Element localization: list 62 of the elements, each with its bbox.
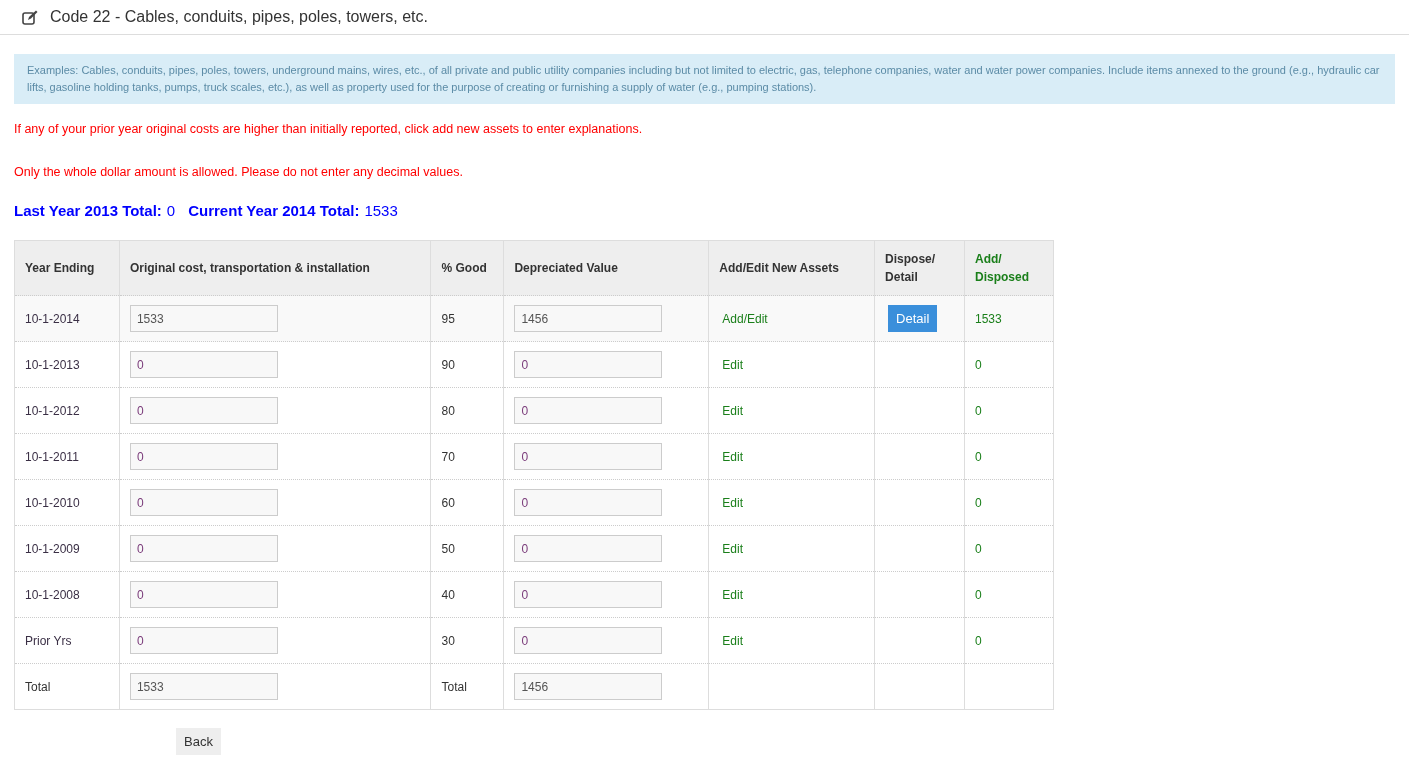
- table-cell: 0: [975, 495, 982, 510]
- input-field[interactable]: 0: [129, 535, 278, 562]
- table-cell: 10-1-2014: [25, 311, 80, 326]
- input-field[interactable]: 0: [514, 397, 663, 424]
- table-cell: 0: [975, 403, 982, 418]
- input-field[interactable]: 0: [514, 627, 663, 654]
- input-field[interactable]: 0: [129, 627, 278, 654]
- table-cell: 60: [441, 495, 455, 510]
- input-field[interactable]: 0: [129, 489, 278, 516]
- info-alert: Examples: Cables, conduits, pipes, poles, towers, underground mains, wires, etc., of all private and public utility companies including but not limited to electric, gas, telephone companies, water and water power companies. Include items annexed to the ground (e.g., hydraulic car lifts, gasoline holding tanks, pumps, truck scales, etc.), as well as property used for the purpose of creating or furnishing a supply of water (e.g., pumping stations).: [14, 54, 1395, 104]
- edit-link[interactable]: Add/Edit: [722, 311, 768, 326]
- total-value: 1533: [364, 200, 398, 221]
- edit-link[interactable]: Edit: [722, 403, 743, 418]
- table-cell: 90: [441, 357, 455, 372]
- table-cell: 10-1-2013: [25, 357, 80, 372]
- table-cell: 0: [975, 357, 982, 372]
- edit-icon: [22, 9, 38, 25]
- input-field[interactable]: 0: [514, 535, 663, 562]
- table-cell: 10-1-2011: [25, 449, 79, 464]
- edit-link[interactable]: Edit: [722, 495, 743, 510]
- input-field[interactable]: 0: [129, 351, 278, 378]
- table-cell: 10-1-2012: [25, 403, 80, 418]
- table-cell: 10-1-2008: [25, 587, 80, 602]
- edit-link[interactable]: Edit: [722, 541, 743, 556]
- table-cell: 40: [441, 587, 455, 602]
- input-field[interactable]: 1533: [129, 305, 278, 332]
- input-field[interactable]: 0: [514, 351, 663, 378]
- table-cell: 30: [441, 633, 455, 648]
- edit-link[interactable]: Edit: [722, 449, 743, 464]
- input-field[interactable]: 0: [129, 397, 278, 424]
- input-field[interactable]: 1456: [514, 305, 663, 332]
- edit-link[interactable]: Edit: [722, 633, 743, 648]
- table-cell: 0: [975, 541, 982, 556]
- total-label: Last Year 2013 Total:: [14, 200, 162, 221]
- edit-link[interactable]: Edit: [722, 357, 743, 372]
- edit-link[interactable]: Edit: [722, 587, 743, 602]
- input-field[interactable]: 0: [129, 581, 278, 608]
- table-cell: 0: [975, 449, 982, 464]
- input-field[interactable]: 1533: [129, 673, 278, 700]
- table-cell: 10-1-2010: [25, 495, 80, 510]
- table-cell: Total: [25, 679, 51, 694]
- input-field[interactable]: 0: [514, 581, 663, 608]
- total-label: Current Year 2014 Total:: [188, 200, 360, 221]
- back-button[interactable]: Back: [176, 728, 221, 755]
- warning-text: Only the whole dollar amount is allowed. Please do not enter any decimal values.: [14, 163, 464, 181]
- input-field[interactable]: 0: [514, 443, 663, 470]
- warning-text: If any of your prior year original costs are higher than initially reported, click add new assets to enter explanations.: [14, 121, 644, 138]
- table-cell: 80: [441, 403, 455, 418]
- table-cell: 10-1-2009: [25, 541, 80, 556]
- total-value: 0: [166, 200, 176, 221]
- table-cell: 50: [441, 541, 455, 556]
- page-title: Code 22 - Cables, conduits, pipes, poles, towers, etc.: [50, 7, 428, 27]
- input-field[interactable]: 0: [129, 443, 278, 470]
- input-field[interactable]: 0: [514, 489, 663, 516]
- table-cell: 0: [975, 633, 982, 648]
- table-cell: Prior Yrs: [25, 633, 72, 648]
- table-cell: 70: [441, 449, 455, 464]
- input-field[interactable]: 1456: [514, 673, 663, 700]
- table-cell: 95: [441, 311, 455, 326]
- table-cell: Total: [441, 679, 467, 694]
- table-cell: 1533: [975, 311, 1002, 326]
- table-cell: 0: [975, 587, 982, 602]
